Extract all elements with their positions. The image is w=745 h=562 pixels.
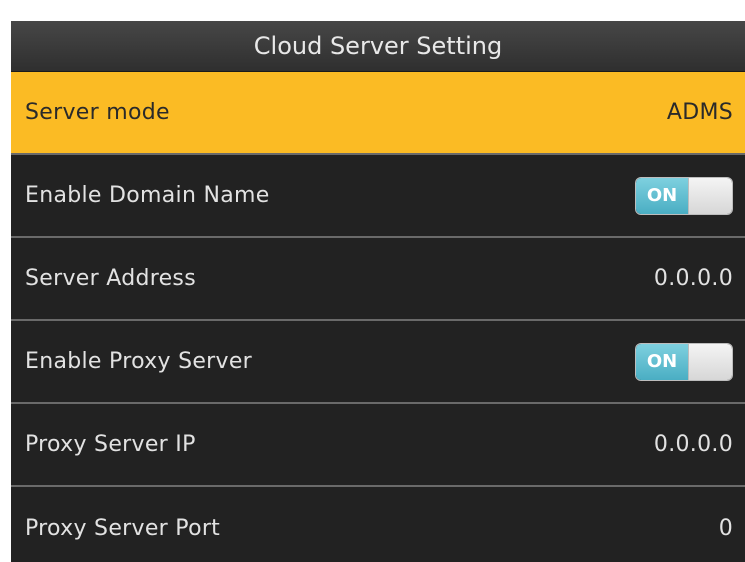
row-proxy-server-ip[interactable]: Proxy Server IP 0.0.0.0	[11, 404, 745, 487]
server-mode-value: ADMS	[666, 100, 733, 125]
toggle-knob	[688, 343, 732, 380]
server-address-value: 0.0.0.0	[653, 266, 733, 291]
server-mode-label: Server mode	[25, 100, 170, 125]
row-proxy-server-port[interactable]: Proxy Server Port 0	[11, 487, 745, 562]
device-screen: Cloud Server Setting Server mode ADMS En…	[11, 21, 745, 562]
row-enable-domain-name[interactable]: Enable Domain Name ON	[11, 155, 745, 238]
proxy-server-ip-value: 0.0.0.0	[653, 432, 733, 457]
server-address-label: Server Address	[25, 266, 196, 291]
proxy-server-ip-label: Proxy Server IP	[25, 432, 196, 457]
toggle-on-text: ON	[636, 177, 688, 214]
row-server-mode[interactable]: Server mode ADMS	[11, 72, 745, 155]
toggle-knob	[688, 177, 732, 214]
enable-proxy-server-toggle[interactable]: ON	[635, 342, 733, 381]
row-enable-proxy-server[interactable]: Enable Proxy Server ON	[11, 321, 745, 404]
enable-domain-name-toggle[interactable]: ON	[635, 176, 733, 215]
proxy-server-port-value: 0	[718, 516, 733, 541]
screen-title: Cloud Server Setting	[11, 21, 745, 72]
proxy-server-port-label: Proxy Server Port	[25, 516, 221, 541]
row-server-address[interactable]: Server Address 0.0.0.0	[11, 238, 745, 321]
enable-proxy-server-label: Enable Proxy Server	[25, 349, 253, 374]
toggle-on-text: ON	[636, 343, 688, 380]
enable-domain-name-label: Enable Domain Name	[25, 183, 270, 208]
